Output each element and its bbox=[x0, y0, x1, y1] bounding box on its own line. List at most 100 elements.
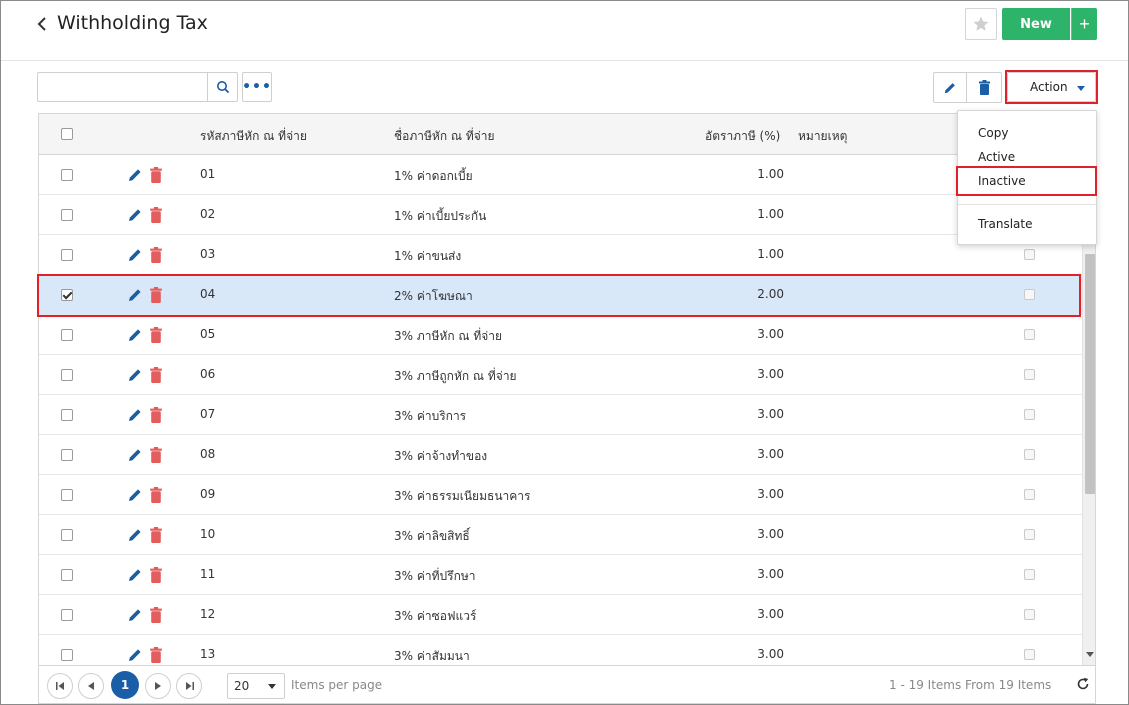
table-row[interactable]: 12 3% ค่าซอฟแวร์ 3.00 bbox=[39, 595, 1082, 635]
previous-page-button[interactable] bbox=[78, 673, 104, 699]
search-button[interactable] bbox=[207, 72, 238, 102]
cell-code: 06 bbox=[200, 367, 216, 381]
table-row[interactable]: 07 3% ค่าบริการ 3.00 bbox=[39, 395, 1082, 435]
table-row[interactable]: 01 1% ค่าดอกเบี้ย 1.00 bbox=[39, 155, 1082, 195]
next-page-button[interactable] bbox=[145, 673, 171, 699]
search-input[interactable] bbox=[37, 72, 208, 102]
select-all-checkbox[interactable] bbox=[61, 128, 73, 140]
delete-icon[interactable] bbox=[149, 207, 163, 223]
scrollbar-thumb[interactable] bbox=[1085, 254, 1095, 494]
row-checkbox[interactable] bbox=[61, 569, 73, 581]
table-row[interactable]: 09 3% ค่าธรรมเนียมธนาคาร 3.00 bbox=[39, 475, 1082, 515]
favorite-button[interactable] bbox=[965, 8, 997, 40]
refresh-icon[interactable] bbox=[1075, 676, 1091, 692]
cell-rate: 3.00 bbox=[757, 487, 784, 501]
column-header-code[interactable]: รหัสภาษีหัก ณ ที่จ่าย bbox=[200, 127, 307, 146]
delete-icon[interactable] bbox=[149, 167, 163, 183]
table-row[interactable]: 02 1% ค่าเบี้ยประกัน 1.00 bbox=[39, 195, 1082, 235]
row-status-checkbox bbox=[1024, 249, 1035, 260]
edit-icon[interactable] bbox=[127, 167, 143, 183]
edit-icon[interactable] bbox=[127, 527, 143, 543]
cell-code: 10 bbox=[200, 527, 216, 541]
cell-code: 03 bbox=[200, 247, 216, 261]
table-row[interactable]: 11 3% ค่าที่ปรึกษา 3.00 bbox=[39, 555, 1082, 595]
current-page-button[interactable]: 1 bbox=[111, 671, 139, 699]
delete-icon[interactable] bbox=[149, 247, 163, 263]
chevron-left-icon[interactable] bbox=[35, 14, 49, 34]
row-status-checkbox bbox=[1024, 649, 1035, 660]
edit-icon[interactable] bbox=[127, 647, 143, 663]
items-per-page-label: Items per page bbox=[291, 678, 383, 692]
delete-icon[interactable] bbox=[149, 527, 163, 543]
delete-icon[interactable] bbox=[149, 367, 163, 383]
row-checkbox[interactable] bbox=[61, 409, 73, 421]
last-page-button[interactable] bbox=[176, 673, 202, 699]
column-header-remark[interactable]: หมายเหตุ bbox=[798, 127, 847, 146]
row-status-checkbox bbox=[1024, 489, 1035, 500]
row-checkbox[interactable] bbox=[61, 289, 73, 301]
delete-icon[interactable] bbox=[149, 487, 163, 503]
row-checkbox[interactable] bbox=[61, 209, 73, 221]
edit-icon[interactable] bbox=[127, 567, 143, 583]
column-header-name[interactable]: ชื่อภาษีหัก ณ ที่จ่าย bbox=[394, 127, 495, 146]
row-checkbox[interactable] bbox=[61, 249, 73, 261]
cell-name: 1% ค่าขนส่ง bbox=[394, 249, 462, 263]
edit-icon[interactable] bbox=[127, 607, 143, 623]
table-row[interactable]: 10 3% ค่าลิขสิทธิ์ 3.00 bbox=[39, 515, 1082, 555]
table-row[interactable]: 08 3% ค่าจ้างทำของ 3.00 bbox=[39, 435, 1082, 475]
row-status-checkbox bbox=[1024, 529, 1035, 540]
new-button[interactable]: New bbox=[1002, 8, 1070, 40]
edit-icon[interactable] bbox=[127, 407, 143, 423]
delete-icon[interactable] bbox=[149, 287, 163, 303]
table-row[interactable]: 05 3% ภาษีหัก ณ ที่จ่าย 3.00 bbox=[39, 315, 1082, 355]
pagination-info: 1 - 19 Items From 19 Items bbox=[889, 678, 1052, 692]
table-row[interactable]: 13 3% ค่าสัมมนา 3.00 bbox=[39, 635, 1082, 665]
row-checkbox[interactable] bbox=[61, 529, 73, 541]
delete-icon[interactable] bbox=[149, 407, 163, 423]
menu-item-inactive[interactable]: Inactive bbox=[978, 174, 1026, 188]
row-checkbox[interactable] bbox=[61, 449, 73, 461]
edit-icon[interactable] bbox=[127, 487, 143, 503]
cell-name: 3% ค่าลิขสิทธิ์ bbox=[394, 529, 470, 543]
edit-icon[interactable] bbox=[127, 207, 143, 223]
toolbar-delete-button[interactable] bbox=[967, 72, 1002, 103]
delete-icon[interactable] bbox=[149, 327, 163, 343]
delete-icon[interactable] bbox=[149, 607, 163, 623]
cell-name: 3% ภาษีหัก ณ ที่จ่าย bbox=[394, 329, 503, 343]
add-button[interactable]: + bbox=[1071, 8, 1097, 40]
previous-page-icon bbox=[88, 682, 94, 690]
page-size-select[interactable]: 20 bbox=[227, 673, 285, 699]
toolbar-edit-button[interactable] bbox=[933, 72, 967, 103]
edit-icon[interactable] bbox=[127, 447, 143, 463]
delete-icon[interactable] bbox=[149, 447, 163, 463]
row-checkbox[interactable] bbox=[61, 329, 73, 341]
menu-item-copy[interactable]: Copy bbox=[978, 126, 1008, 140]
column-header-rate[interactable]: อัตราภาษี (%) bbox=[705, 127, 780, 146]
edit-icon[interactable] bbox=[127, 367, 143, 383]
edit-icon[interactable] bbox=[127, 327, 143, 343]
delete-icon[interactable] bbox=[149, 647, 163, 663]
edit-icon[interactable] bbox=[127, 287, 143, 303]
row-checkbox[interactable] bbox=[61, 369, 73, 381]
withholding-tax-table: รหัสภาษีหัก ณ ที่จ่าย ชื่อภาษีหัก ณ ที่จ… bbox=[38, 113, 1096, 666]
delete-icon[interactable] bbox=[149, 567, 163, 583]
more-options-button[interactable]: ••• bbox=[242, 72, 272, 102]
table-row[interactable]: 04 2% ค่าโฆษณา 2.00 bbox=[39, 275, 1082, 315]
cell-rate: 3.00 bbox=[757, 367, 784, 381]
table-row[interactable]: 06 3% ภาษีถูกหัก ณ ที่จ่าย 3.00 bbox=[39, 355, 1082, 395]
edit-icon[interactable] bbox=[127, 247, 143, 263]
table-row[interactable]: 03 1% ค่าขนส่ง 1.00 bbox=[39, 235, 1082, 275]
cell-code: 08 bbox=[200, 447, 216, 461]
cell-code: 07 bbox=[200, 407, 216, 421]
scroll-down-arrow-icon[interactable] bbox=[1086, 652, 1094, 657]
row-checkbox[interactable] bbox=[61, 169, 73, 181]
menu-item-translate[interactable]: Translate bbox=[978, 217, 1033, 231]
row-checkbox[interactable] bbox=[61, 489, 73, 501]
menu-item-active[interactable]: Active bbox=[978, 150, 1015, 164]
page-size-value: 20 bbox=[234, 679, 250, 693]
row-checkbox[interactable] bbox=[61, 649, 73, 661]
row-checkbox[interactable] bbox=[61, 609, 73, 621]
cell-name: 3% ค่าสัมมนา bbox=[394, 649, 470, 663]
first-page-button[interactable] bbox=[47, 673, 73, 699]
action-dropdown-button[interactable]: Action bbox=[1007, 72, 1096, 102]
